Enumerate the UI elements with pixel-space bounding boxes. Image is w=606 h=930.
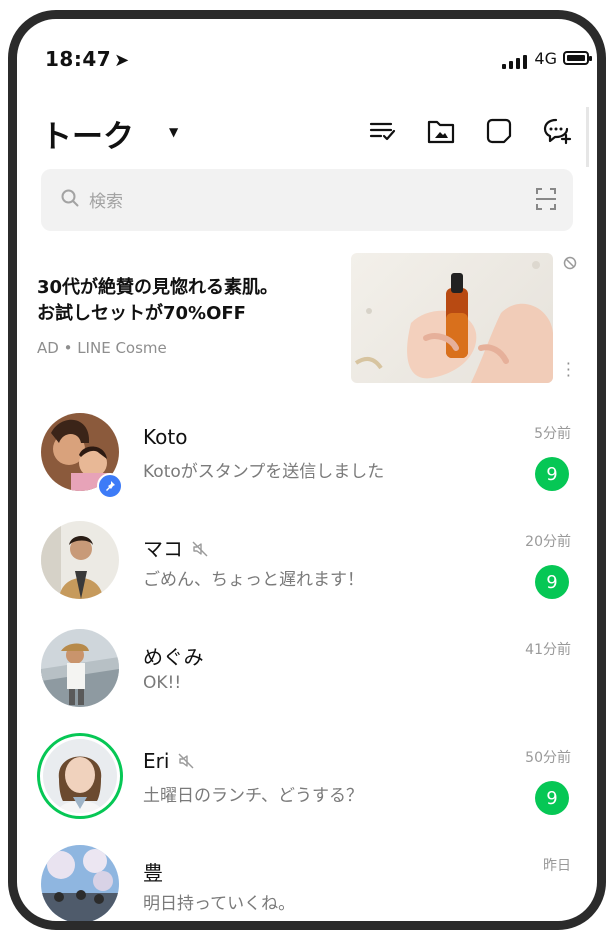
chat-preview: Kotoがスタンプを送信しました bbox=[143, 462, 385, 482]
avatar bbox=[41, 521, 119, 599]
mute-icon bbox=[178, 753, 194, 769]
network-type: 4G bbox=[534, 49, 557, 68]
chat-time: 50分前 bbox=[525, 750, 571, 766]
note-icon[interactable] bbox=[483, 115, 515, 147]
search-icon bbox=[61, 189, 79, 211]
pin-icon bbox=[97, 473, 123, 499]
chat-name: 豊 bbox=[143, 861, 163, 885]
search-bar[interactable]: 検索 bbox=[41, 169, 573, 231]
hide-ad-icon[interactable] bbox=[563, 255, 577, 274]
chat-name: Koto bbox=[143, 425, 188, 449]
chat-preview: ごめん、ちょっと遅れます！ bbox=[143, 570, 364, 590]
chat-preview: 明日持っていくね。 bbox=[143, 894, 296, 914]
chat-list: Koto Kotoがスタンプを送信しました 5分前 9 マコ ごめん、ちょっと遅… bbox=[17, 399, 597, 921]
mute-icon bbox=[192, 541, 208, 557]
ad-source: AD • LINE Cosme bbox=[37, 339, 167, 357]
qr-scan-icon[interactable] bbox=[535, 187, 557, 215]
chat-row-megumi[interactable]: めぐみ OK!! 41分前 bbox=[17, 615, 597, 723]
battery-icon bbox=[563, 51, 592, 65]
chat-time: 昨日 bbox=[543, 858, 571, 874]
avatar-story-ring bbox=[37, 733, 123, 819]
chat-time: 41分前 bbox=[525, 642, 571, 658]
edit-list-icon[interactable] bbox=[367, 115, 399, 147]
chat-preview: OK!! bbox=[143, 673, 182, 693]
location-arrow-icon: ➤ bbox=[114, 50, 130, 71]
status-time: 18:47 bbox=[45, 47, 112, 71]
unread-badge: 9 bbox=[535, 457, 569, 491]
page-title[interactable]: トーク bbox=[41, 111, 134, 156]
chat-row-koto[interactable]: Koto Kotoがスタンプを送信しました 5分前 9 bbox=[17, 399, 597, 507]
phone-frame: 18:47 ➤ 4G トーク ▼ 検索 30代が絶賛の見惚れる素肌。 お試しセッ… bbox=[8, 10, 606, 930]
scroll-edge bbox=[586, 107, 589, 167]
chat-name: マコ bbox=[143, 533, 209, 562]
ad-headline[interactable]: 30代が絶賛の見惚れる素肌。 お試しセットが70%OFF bbox=[37, 275, 357, 327]
chat-time: 20分前 bbox=[525, 534, 571, 550]
chat-time: 5分前 bbox=[534, 426, 571, 442]
unread-badge: 9 bbox=[535, 781, 569, 815]
chat-list-screen: 18:47 ➤ 4G トーク ▼ 検索 30代が絶賛の見惚れる素肌。 お試しセッ… bbox=[17, 19, 597, 921]
ad-image[interactable] bbox=[351, 253, 553, 383]
chevron-down-icon[interactable]: ▼ bbox=[169, 125, 178, 139]
ad-banner[interactable]: 30代が絶賛の見惚れる素肌。 お試しセットが70%OFF AD • LINE C… bbox=[17, 251, 597, 391]
chat-row-yutaka[interactable]: 豊 明日持っていくね。 昨日 bbox=[17, 831, 597, 921]
search-placeholder[interactable]: 検索 bbox=[89, 187, 123, 212]
header: トーク ▼ bbox=[41, 105, 585, 165]
new-chat-icon[interactable] bbox=[541, 115, 573, 147]
more-options-icon[interactable]: · · · bbox=[566, 356, 571, 384]
status-bar: 18:47 ➤ 4G bbox=[17, 19, 597, 99]
avatar bbox=[43, 739, 117, 813]
chat-row-eri[interactable]: Eri 土曜日のランチ、どうする？ 50分前 9 bbox=[17, 723, 597, 831]
chat-name: めぐみ bbox=[143, 645, 204, 669]
chat-name: Eri bbox=[143, 749, 195, 773]
image-folder-icon[interactable] bbox=[425, 115, 457, 147]
chat-preview: 土曜日のランチ、どうする？ bbox=[143, 786, 363, 806]
unread-badge: 9 bbox=[535, 565, 569, 599]
avatar bbox=[41, 845, 119, 921]
avatar bbox=[41, 629, 119, 707]
signal-icon bbox=[502, 55, 527, 69]
chat-row-mako[interactable]: マコ ごめん、ちょっと遅れます！ 20分前 9 bbox=[17, 507, 597, 615]
